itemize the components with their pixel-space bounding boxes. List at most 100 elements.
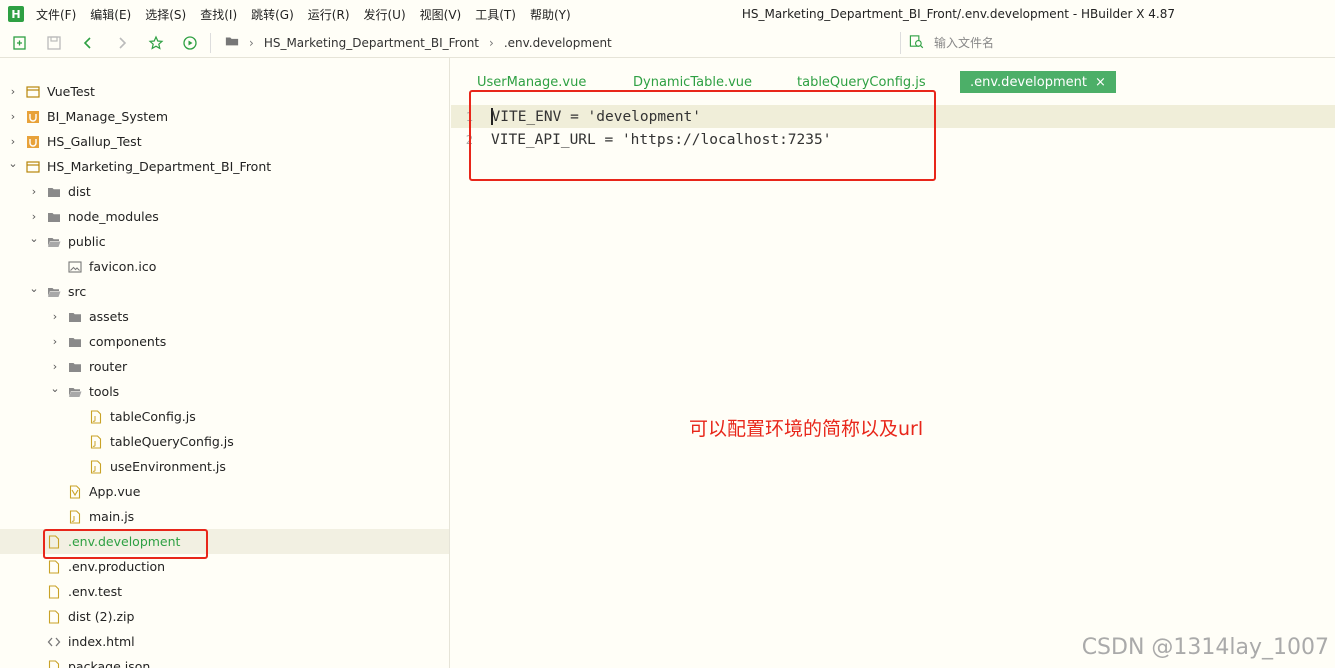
chevron-right-icon[interactable]: › <box>6 85 20 98</box>
tree-item[interactable]: favicon.ico <box>0 254 449 279</box>
chevron-down-icon[interactable]: ⌄ <box>6 157 20 170</box>
chevron-right-icon[interactable]: › <box>48 310 62 323</box>
tree-item-label: VueTest <box>47 84 95 99</box>
tree-item[interactable]: package.json <box>0 654 449 668</box>
tree-item[interactable]: useEnvironment.js <box>0 454 449 479</box>
menu-tools[interactable]: 工具(T) <box>475 6 516 23</box>
js-file-icon <box>68 509 82 524</box>
tree-item[interactable]: › assets <box>0 304 449 329</box>
tab-label: .env.development <box>970 74 1087 90</box>
chevron-down-icon[interactable]: ⌄ <box>27 282 41 295</box>
folder-open-icon <box>47 285 61 299</box>
tree-item-label: BI_Manage_System <box>47 109 169 124</box>
folder-icon <box>225 34 239 51</box>
tree-item-label: router <box>89 359 128 374</box>
chevron-right-icon[interactable]: › <box>48 335 62 348</box>
tree-item-label: index.html <box>68 634 135 649</box>
tree-item-label: .env.production <box>68 559 166 574</box>
watermark-credit: CSDN @1314lay_1007 <box>1081 635 1329 660</box>
tree-item[interactable]: App.vue <box>0 479 449 504</box>
tree-item[interactable]: › VueTest <box>0 79 449 104</box>
code-editor[interactable]: 1 VITE_ENV = 'development' 2 VITE_API_UR… <box>451 104 1335 668</box>
tree-item[interactable]: tableConfig.js <box>0 404 449 429</box>
tree-item-label: public <box>68 234 106 249</box>
toolbar-divider <box>210 32 211 53</box>
chevron-right-icon[interactable]: › <box>6 135 20 148</box>
menu-help[interactable]: 帮助(Y) <box>530 6 571 23</box>
file-search-box <box>900 32 1320 54</box>
close-icon[interactable]: × <box>1095 75 1106 90</box>
file-search-input[interactable] <box>934 36 1234 50</box>
search-file-icon <box>909 34 924 53</box>
tab-label: tableQueryConfig.js <box>797 74 926 90</box>
favorite-star-icon[interactable] <box>146 33 166 53</box>
tree-item-label: tableConfig.js <box>110 409 196 424</box>
js-file-icon <box>89 409 103 424</box>
js-file-icon <box>89 434 103 449</box>
breadcrumb-file[interactable]: .env.development <box>504 36 612 50</box>
tree-item-label: favicon.ico <box>89 259 157 274</box>
chevron-right-icon: › <box>489 35 494 50</box>
chevron-right-icon[interactable]: › <box>48 360 62 373</box>
tree-item[interactable]: .env.test <box>0 579 449 604</box>
file-icon <box>47 584 61 599</box>
tree-item-label: HS_Marketing_Department_BI_Front <box>47 159 272 174</box>
window-title: HS_Marketing_Department_BI_Front/.env.de… <box>741 7 1175 21</box>
tree-item[interactable]: index.html <box>0 629 449 654</box>
project-icon <box>26 85 40 99</box>
tree-item-label: tools <box>89 384 120 399</box>
chevron-down-icon[interactable]: ⌄ <box>48 382 62 395</box>
chevron-down-icon[interactable]: ⌄ <box>27 232 41 245</box>
tree-item-label: useEnvironment.js <box>110 459 226 474</box>
chevron-right-icon[interactable]: › <box>27 210 41 223</box>
tree-item[interactable]: ⌄ HS_Marketing_Department_BI_Front <box>0 154 449 179</box>
tree-item[interactable]: › dist <box>0 179 449 204</box>
file-icon <box>47 659 61 668</box>
chevron-right-icon[interactable]: › <box>27 185 41 198</box>
menu-find[interactable]: 查找(I) <box>200 6 237 23</box>
menu-run[interactable]: 运行(R) <box>308 6 350 23</box>
folder-icon <box>47 210 61 224</box>
uni-project-icon <box>26 135 40 149</box>
tree-item[interactable]: › node_modules <box>0 204 449 229</box>
menu-select[interactable]: 选择(S) <box>145 6 186 23</box>
save-icon[interactable] <box>44 33 64 53</box>
tree-item[interactable]: ⌄ public <box>0 229 449 254</box>
tree-item[interactable]: › router <box>0 354 449 379</box>
menu-publish[interactable]: 发行(U) <box>364 6 406 23</box>
back-arrow-icon[interactable] <box>78 33 98 53</box>
breadcrumb-project[interactable]: HS_Marketing_Department_BI_Front <box>264 36 479 50</box>
tree-item[interactable]: dist (2).zip <box>0 604 449 629</box>
menu-goto[interactable]: 跳转(G) <box>251 6 294 23</box>
tab-label: DynamicTable.vue <box>633 74 753 90</box>
code-highlight-box <box>469 90 936 181</box>
tree-item-label: package.json <box>68 659 151 668</box>
tree-item-label: components <box>89 334 167 349</box>
folder-icon <box>47 185 61 199</box>
tree-item[interactable]: ⌄ src <box>0 279 449 304</box>
tree-item[interactable]: › components <box>0 329 449 354</box>
folder-icon <box>68 360 82 374</box>
file-highlight-box <box>43 529 208 559</box>
folder-icon <box>68 335 82 349</box>
menu-edit[interactable]: 编辑(E) <box>90 6 131 23</box>
tree-item-label: HS_Gallup_Test <box>47 134 142 149</box>
tree-item[interactable]: › HS_Gallup_Test <box>0 129 449 154</box>
chevron-right-icon[interactable]: › <box>6 110 20 123</box>
menu-file[interactable]: 文件(F) <box>36 6 76 23</box>
tree-item-label: main.js <box>89 509 135 524</box>
file-icon <box>47 559 61 574</box>
tree-item[interactable]: › BI_Manage_System <box>0 104 449 129</box>
annotation-text: 可以配置环境的简称以及url <box>689 418 924 440</box>
vue-file-icon <box>68 484 82 499</box>
tree-item[interactable]: ⌄ tools <box>0 379 449 404</box>
new-file-icon[interactable] <box>10 33 30 53</box>
tree-item[interactable]: tableQueryConfig.js <box>0 429 449 454</box>
menu-view[interactable]: 视图(V) <box>420 6 462 23</box>
tab-env-development[interactable]: .env.development × <box>960 71 1116 93</box>
uni-project-icon <box>26 110 40 124</box>
tree-item-label: src <box>68 284 87 299</box>
run-icon[interactable] <box>180 33 200 53</box>
forward-arrow-icon[interactable] <box>112 33 132 53</box>
tree-item[interactable]: main.js <box>0 504 449 529</box>
